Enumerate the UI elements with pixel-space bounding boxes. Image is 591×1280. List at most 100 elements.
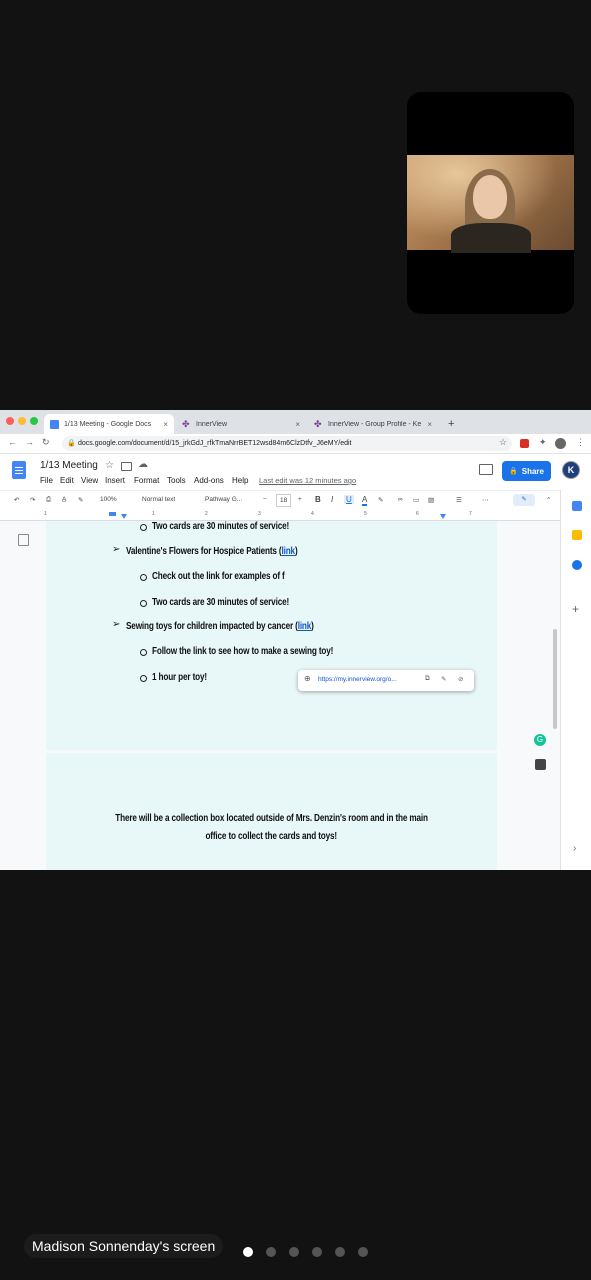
close-window-button[interactable] [6, 417, 14, 425]
ruler-number: 6 [416, 511, 419, 517]
participant-video-tile[interactable] [407, 92, 574, 314]
move-folder-icon[interactable] [121, 462, 132, 471]
ruler-number: 2 [205, 511, 208, 517]
more-options-icon[interactable]: ⋯ [482, 496, 489, 504]
tab-title: InnerView - Group Profile - Ke [328, 420, 422, 428]
url-input[interactable]: 🔒 docs.google.com/document/d/15_jrkGdJ_r… [62, 436, 512, 451]
align-icon[interactable]: ☰ [456, 496, 462, 504]
ruler-number: 1 [152, 511, 155, 517]
tab-title: InnerView [196, 420, 228, 428]
add-comment-icon[interactable]: ▭ [413, 496, 419, 504]
undo-icon[interactable]: ↶ [14, 496, 19, 504]
participant-video-feed [407, 155, 574, 253]
tab-google-docs[interactable]: 1/13 Meeting - Google Docs × [44, 414, 174, 434]
outline-icon[interactable] [18, 534, 29, 546]
increase-font-icon[interactable]: + [298, 496, 302, 503]
right-indent-marker[interactable] [440, 514, 446, 519]
calendar-icon[interactable] [572, 501, 582, 511]
tab-innerview-group[interactable]: ✤ InnerView - Group Profile - Ke × [308, 414, 438, 434]
menu-format[interactable]: Format [134, 476, 159, 485]
doc-line-text: Valentine's Flowers for Hospice Patients… [126, 546, 282, 557]
bookmark-star-icon[interactable]: ☆ [499, 437, 507, 448]
document-page[interactable]: There will be a collection box located o… [46, 753, 497, 870]
account-avatar[interactable]: K [562, 461, 580, 479]
highlight-icon[interactable]: ✎ [378, 496, 383, 504]
maximize-window-button[interactable] [30, 417, 38, 425]
insert-image-icon[interactable]: ▨ [428, 496, 434, 504]
font-size-input[interactable]: 18 [276, 494, 292, 507]
close-tab-icon[interactable]: × [295, 420, 300, 429]
style-select[interactable]: Normal text [142, 496, 175, 503]
reload-icon[interactable]: ↻ [42, 437, 50, 448]
doc-line: Sewing toys for children impacted by can… [126, 621, 314, 632]
print-icon[interactable]: ⎙ [46, 496, 51, 504]
page-dot[interactable] [266, 1247, 276, 1257]
expand-panel-icon[interactable]: › [573, 843, 576, 854]
tab-innerview[interactable]: ✤ InnerView × [176, 414, 306, 434]
ruler-number: 3 [258, 511, 261, 517]
remove-link-icon[interactable]: ⊘ [458, 675, 463, 683]
link-preview-popup[interactable]: ⊕ https://my.innerview.org/o... ⧉ ✎ ⊘ [298, 670, 474, 691]
paint-format-icon[interactable]: ✎ [78, 496, 83, 504]
tasks-icon[interactable] [572, 560, 582, 570]
collapse-menu-icon[interactable]: ⌃ [546, 496, 551, 504]
menu-edit[interactable]: Edit [60, 476, 74, 485]
extensions-puzzle-icon[interactable]: ✦ [539, 437, 547, 448]
grammarly-icon[interactable]: G [534, 734, 546, 746]
insert-link-icon[interactable]: ∞ [398, 496, 403, 503]
menu-add-ons[interactable]: Add-ons [194, 476, 224, 485]
font-select[interactable]: Pathway G... [205, 496, 242, 503]
new-tab-button[interactable]: + [442, 414, 462, 434]
page-dot[interactable] [243, 1247, 253, 1257]
page-dot[interactable] [358, 1247, 368, 1257]
last-edit-link[interactable]: Last edit was 12 minutes ago [259, 476, 356, 485]
left-indent-marker[interactable] [121, 514, 127, 519]
google-docs-logo-icon[interactable] [12, 461, 26, 479]
comments-icon[interactable] [479, 464, 493, 475]
menu-help[interactable]: Help [232, 476, 248, 485]
document-page[interactable]: Two cards are 30 minutes of service! ➢ V… [46, 521, 497, 750]
page-dot[interactable] [335, 1247, 345, 1257]
doc-line: Two cards are 30 minutes of service! [152, 521, 290, 532]
share-button[interactable]: 🔒 Share [502, 461, 551, 481]
menu-view[interactable]: View [81, 476, 98, 485]
close-tab-icon[interactable]: × [427, 420, 432, 429]
minimize-window-button[interactable] [18, 417, 26, 425]
menu-file[interactable]: File [40, 476, 53, 485]
add-ons-plus-icon[interactable]: + [572, 602, 579, 616]
spellcheck-icon[interactable]: A̲ [62, 496, 66, 503]
copy-link-icon[interactable]: ⧉ [425, 675, 430, 683]
back-arrow-icon[interactable]: ← [8, 437, 17, 447]
page-dot[interactable] [289, 1247, 299, 1257]
bold-button[interactable]: B [315, 495, 321, 504]
close-tab-icon[interactable]: × [163, 420, 168, 429]
browser-menu-icon[interactable]: ⋮ [576, 437, 585, 448]
forward-arrow-icon[interactable]: → [25, 437, 34, 447]
explore-icon[interactable] [535, 759, 546, 770]
keep-icon[interactable] [572, 530, 582, 540]
redo-icon[interactable]: ↷ [30, 496, 35, 504]
ruler-number: 4 [311, 511, 314, 517]
browser-tab-bar: 1/13 Meeting - Google Docs × ✤ InnerView… [0, 410, 591, 434]
link-url[interactable]: https://my.innerview.org/o... [318, 676, 397, 683]
indent-marker[interactable] [109, 512, 116, 516]
document-title[interactable]: 1/13 Meeting [40, 460, 98, 471]
menu-tools[interactable]: Tools [167, 476, 186, 485]
underline-button[interactable]: U [344, 495, 354, 504]
decrease-font-icon[interactable]: − [263, 496, 267, 503]
italic-button[interactable]: I [331, 495, 333, 504]
vertical-scrollbar[interactable] [553, 629, 557, 729]
star-icon[interactable]: ☆ [105, 460, 114, 471]
hyperlink[interactable]: link [281, 546, 295, 557]
hyperlink[interactable]: link [298, 621, 312, 632]
extension-icon[interactable] [520, 439, 529, 448]
editing-mode-icon[interactable]: ✎ [513, 494, 535, 506]
ruler: 1 1 2 3 4 5 6 7 [0, 510, 560, 521]
profile-avatar-icon[interactable] [555, 438, 566, 449]
menu-insert[interactable]: Insert [105, 476, 125, 485]
text-color-button[interactable]: A [362, 495, 368, 506]
globe-icon: ⊕ [304, 674, 311, 683]
edit-link-icon[interactable]: ✎ [441, 675, 446, 683]
page-dot[interactable] [312, 1247, 322, 1257]
zoom-select[interactable]: 100% [100, 496, 117, 503]
